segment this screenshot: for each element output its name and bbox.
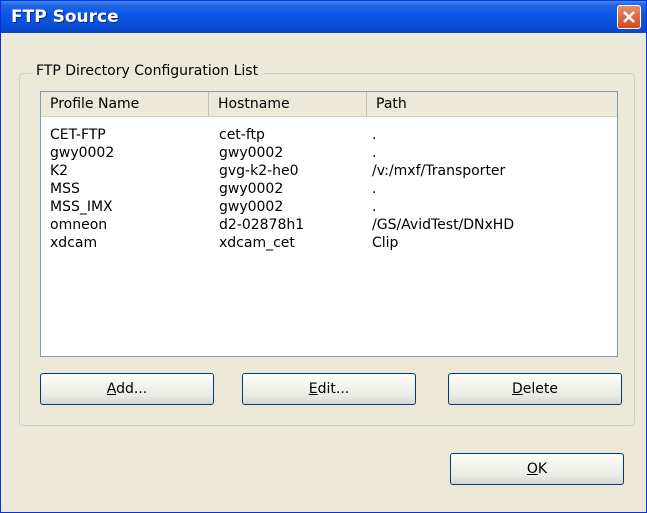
- title-bar[interactable]: FTP Source: [1, 1, 646, 33]
- hostname-cell: gvg-k2-he0: [219, 163, 299, 179]
- hostname-cell: gwy0002: [219, 181, 284, 197]
- list-row[interactable]: xdcam xdcam_cet Clip: [41, 234, 617, 252]
- delete-button[interactable]: Delete: [448, 373, 622, 405]
- profile-name-cell: omneon: [50, 217, 108, 233]
- ok-label-post: K: [537, 461, 548, 477]
- path-cell: .: [372, 145, 377, 161]
- profile-name-cell: gwy0002: [50, 145, 115, 161]
- ftp-profile-list[interactable]: Profile Name Hostname Path CET-FTP cet-f…: [40, 91, 618, 357]
- profile-name-cell: CET-FTP: [50, 127, 106, 143]
- add-label-post: dd...: [116, 381, 148, 397]
- column-header-path[interactable]: Path: [367, 92, 617, 116]
- hostname-cell: d2-02878h1: [219, 217, 305, 233]
- add-mnemonic: A: [106, 381, 117, 397]
- list-row[interactable]: MSS_IMX gwy0002 .: [41, 198, 617, 216]
- path-cell: Clip: [372, 235, 399, 251]
- column-header-hostname[interactable]: Hostname: [209, 92, 367, 116]
- path-cell: /v:/mxf/Transporter: [372, 163, 506, 179]
- ok-button[interactable]: OK: [450, 453, 624, 485]
- ftp-source-dialog: FTP Source FTP Directory Configuration L…: [0, 0, 647, 513]
- list-row[interactable]: gwy0002 gwy0002 .: [41, 144, 617, 162]
- path-cell: .: [372, 199, 377, 215]
- edit-label-post: dit...: [317, 381, 350, 397]
- list-row[interactable]: MSS gwy0002 .: [41, 180, 617, 198]
- path-cell: .: [372, 127, 377, 143]
- add-button[interactable]: Add...: [40, 373, 214, 405]
- list-row[interactable]: CET-FTP cet-ftp .: [41, 126, 617, 144]
- list-row[interactable]: omneon d2-02878h1 /GS/AvidTest/DNxHD: [41, 216, 617, 234]
- profile-name-cell: K2: [50, 163, 69, 179]
- column-header-profile-name[interactable]: Profile Name: [41, 92, 209, 116]
- delete-label-post: elete: [522, 381, 558, 397]
- ok-mnemonic: O: [526, 461, 538, 477]
- hostname-cell: gwy0002: [219, 199, 284, 215]
- group-label: FTP Directory Configuration List: [31, 63, 264, 79]
- close-icon: [623, 11, 635, 23]
- profile-name-cell: MSS: [50, 181, 80, 197]
- hostname-cell: xdcam_cet: [219, 235, 295, 251]
- delete-mnemonic: D: [512, 381, 523, 397]
- edit-mnemonic: E: [308, 381, 318, 397]
- edit-button[interactable]: Edit...: [242, 373, 416, 405]
- profile-name-cell: MSS_IMX: [50, 199, 113, 215]
- list-row[interactable]: K2 gvg-k2-he0 /v:/mxf/Transporter: [41, 162, 617, 180]
- profile-name-cell: xdcam: [50, 235, 98, 251]
- path-cell: .: [372, 181, 377, 197]
- window-title: FTP Source: [11, 7, 119, 27]
- close-button[interactable]: [617, 5, 641, 29]
- hostname-cell: gwy0002: [219, 145, 284, 161]
- list-header: Profile Name Hostname Path: [41, 92, 617, 117]
- path-cell: /GS/AvidTest/DNxHD: [372, 217, 515, 233]
- hostname-cell: cet-ftp: [219, 127, 265, 143]
